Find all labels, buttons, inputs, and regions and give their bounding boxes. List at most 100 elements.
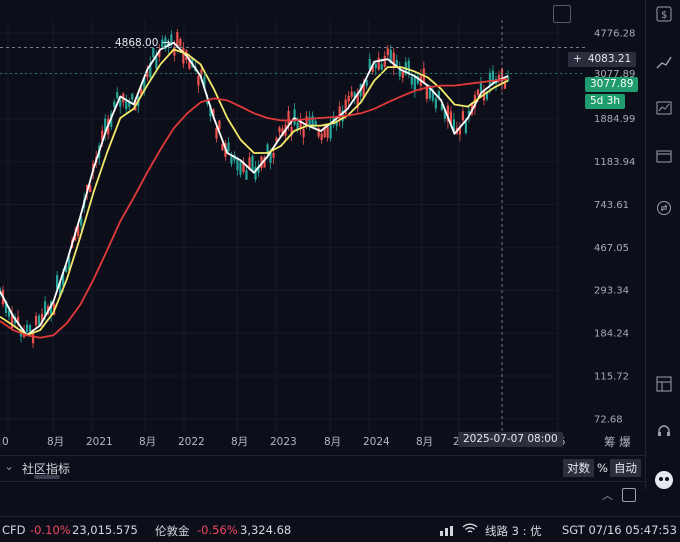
candle-body — [113, 101, 116, 107]
candle-body — [152, 47, 155, 58]
y-tick-label: 184.24 — [594, 329, 629, 340]
crosshair-time: 2025-07-07 08:00 — [463, 433, 558, 445]
connection-line[interactable]: 线路 3 : 优 — [485, 523, 542, 539]
y-tick-label: 4776.28 — [594, 29, 635, 40]
max-annotation: 4868.00 → — [115, 37, 171, 49]
candle-body — [464, 121, 468, 134]
candle-body — [245, 170, 248, 180]
secondary-toolbar: ︿ — [0, 481, 645, 508]
calendar-icon[interactable] — [654, 148, 674, 168]
y-tick-label: 293.34 — [594, 286, 629, 297]
candle-body — [218, 120, 221, 129]
candle-body — [221, 144, 224, 151]
candle-body — [125, 101, 128, 110]
candle-body — [407, 60, 410, 75]
chevron-down-icon[interactable]: ⌄ — [4, 459, 14, 473]
moving-averages — [0, 41, 509, 339]
candle-body — [131, 93, 134, 100]
auto-scale-button[interactable]: 自动 — [610, 459, 641, 477]
candle-body — [377, 57, 380, 70]
y-tick-label: 1183.94 — [594, 157, 635, 168]
last-price: 3077.89 — [590, 78, 634, 90]
log-scale-button[interactable]: 对数 — [563, 459, 594, 477]
candle-body — [302, 129, 305, 138]
x-tick-label: 0 — [2, 436, 9, 448]
candles — [0, 28, 510, 349]
x-tick-label: 2024 — [363, 436, 390, 448]
candle-body — [350, 91, 353, 97]
bars-icon — [440, 525, 454, 539]
fullscreen-icon[interactable] — [553, 5, 571, 23]
candle-body — [179, 38, 182, 47]
ticker2-change: -0.56% — [197, 523, 238, 537]
x-tick-label: 2022 — [178, 436, 205, 448]
candle-body — [116, 92, 119, 99]
candle-body — [320, 133, 323, 141]
chevron-up-icon[interactable]: ︿ — [602, 487, 613, 503]
crosshair-price-tag: +4083.21 — [568, 52, 637, 67]
right-toolbar: $ — [645, 0, 680, 490]
x-tick-label: 2023 — [270, 436, 297, 448]
candle-body — [230, 156, 233, 164]
crosshair-price: 4083.21 — [587, 53, 632, 65]
x-tick-label: 8月 — [139, 436, 156, 448]
mascot-icon[interactable] — [654, 470, 674, 490]
candle-body — [266, 144, 269, 152]
candle-body — [401, 71, 404, 78]
drag-handle[interactable] — [34, 475, 60, 479]
y-tick-label: 1884.99 — [594, 114, 635, 125]
swap-icon[interactable] — [654, 200, 674, 220]
trend-line-icon[interactable] — [654, 54, 674, 74]
candle-body — [365, 79, 368, 86]
candle-body — [380, 64, 383, 70]
x-tick-label: 8月 — [231, 436, 248, 448]
wifi-icon — [462, 523, 478, 538]
crosshair-time-tag: 2025-07-07 08:00 — [458, 432, 563, 447]
y-tick-label: 72.68 — [594, 414, 623, 425]
price-chart[interactable]: 4776.28 3077.89 1884.99 1183.94 743.61 467.05… — [0, 0, 640, 455]
candle-body — [28, 325, 32, 332]
candle-body — [239, 161, 242, 175]
ticker1-change: -0.10% — [30, 523, 71, 537]
right-labels: 筹 爆 — [604, 435, 631, 449]
candle-body — [182, 47, 185, 64]
candle-body — [305, 116, 308, 125]
candle-body — [338, 106, 341, 120]
expand-icon[interactable] — [622, 488, 636, 502]
plus-icon[interactable]: + — [573, 53, 582, 65]
dollar-icon[interactable]: $ — [654, 6, 674, 26]
candle-body — [197, 76, 200, 86]
candle-body — [479, 82, 483, 92]
candle-body — [410, 76, 413, 85]
candle-body — [383, 55, 386, 67]
x-tick-label: 8月 — [324, 436, 341, 448]
headset-icon[interactable] — [654, 423, 674, 443]
layout-icon[interactable] — [654, 376, 674, 396]
candle-body — [272, 152, 275, 158]
indicator-icon[interactable] — [654, 100, 674, 120]
ticker2-name[interactable]: 伦敦金 — [155, 523, 190, 539]
countdown: 5d 3h — [590, 95, 621, 107]
x-tick-label: 8月 — [416, 436, 433, 448]
candle-body — [278, 127, 281, 133]
status-bar: CFD -0.10% 23,015.575 伦敦金 -0.56% 3,324.6… — [0, 516, 680, 542]
ticker1-name[interactable]: CFD — [2, 523, 26, 537]
candle-body — [176, 32, 179, 47]
candle-body — [476, 89, 480, 95]
candle-body — [434, 98, 437, 109]
x-tick-label: 2021 — [86, 436, 113, 448]
y-tick-label: 467.05 — [594, 243, 629, 254]
indicator-bar: ⌄ 社区指标 对数 % 自动 — [0, 455, 645, 480]
candle-body — [386, 48, 389, 56]
x-tick-label: 8月 — [47, 436, 64, 448]
ticker2-value: 3,324.68 — [240, 523, 292, 537]
clock-time: SGT 07/16 05:47:53 — [562, 523, 677, 537]
candle-body — [25, 324, 29, 332]
candle-body — [251, 155, 254, 171]
candle-body — [215, 128, 218, 139]
last-price-tag: 3077.89 — [585, 77, 639, 92]
candle-body — [347, 95, 350, 102]
candle-body — [227, 142, 230, 152]
candle-body — [326, 126, 329, 138]
candle-body — [374, 63, 377, 69]
